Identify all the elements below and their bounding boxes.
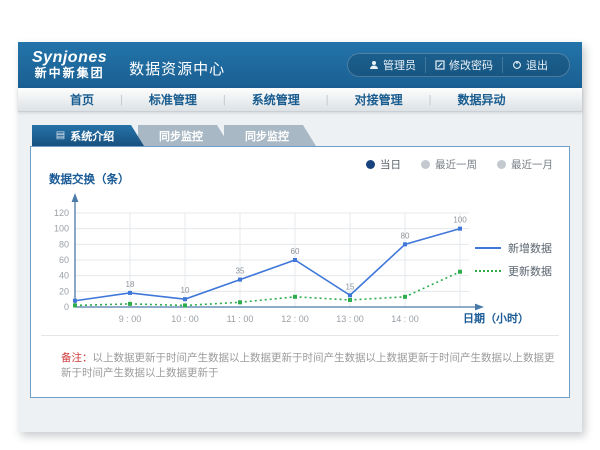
app-window: Synjones 新中新集团 数据资源中心 管理员 修改密码 <box>18 42 582 432</box>
range-option-label: 最近一周 <box>435 157 477 172</box>
range-option-last-week[interactable]: 最近一周 <box>421 157 477 172</box>
legend-line-sample <box>475 270 501 272</box>
chart-x-axis-title: 日期（小时） <box>463 310 529 326</box>
tab-label: 系统介绍 <box>70 128 114 144</box>
nav-item-home[interactable]: 首页 <box>44 91 120 108</box>
svg-text:60: 60 <box>59 255 69 265</box>
svg-text:20: 20 <box>59 286 69 296</box>
chart-legend: 新增数据 更新数据 <box>475 233 559 286</box>
change-password-label: 修改密码 <box>449 57 493 73</box>
logo-en-text: Synjones <box>32 50 107 67</box>
legend-label: 更新数据 <box>508 263 552 279</box>
range-option-label: 当日 <box>380 157 401 172</box>
nav-item-system-mgmt[interactable]: 系统管理 <box>226 91 326 108</box>
legend-line-sample <box>475 247 501 249</box>
time-range-options: 当日 最近一周 最近一月 <box>366 157 553 172</box>
svg-text:80: 80 <box>401 231 410 240</box>
svg-text:35: 35 <box>236 267 245 276</box>
svg-text:14 : 00: 14 : 00 <box>391 314 419 324</box>
range-option-label: 最近一月 <box>511 157 553 172</box>
x-axis-tick-labels: 9 : 00 10 : 00 11 : 00 12 : 00 13 : 00 14 : 0… <box>119 314 419 324</box>
tab-bar: ▤ 系统介绍 同步监控 同步监控 <box>32 112 582 146</box>
svg-text:100: 100 <box>453 216 467 225</box>
nav-item-standard-mgmt[interactable]: 标准管理 <box>123 91 223 108</box>
radio-icon <box>497 160 506 169</box>
legend-item-new-data[interactable]: 新增数据 <box>475 240 559 256</box>
main-nav: 首页 | 标准管理 | 系统管理 | 对接管理 | 数据异动 <box>18 88 582 112</box>
user-toolbar: 管理员 修改密码 退出 <box>347 53 570 77</box>
footnote-text: 以上数据更新于时间产生数据以上数据更新于时间产生数据以上数据更新于时间产生数据以… <box>61 352 555 379</box>
svg-text:12 : 00: 12 : 00 <box>281 314 309 324</box>
legend-item-updated-data[interactable]: 更新数据 <box>475 263 559 279</box>
svg-text:80: 80 <box>59 239 69 249</box>
tab-sync-monitor-1[interactable]: 同步监控 <box>138 125 230 146</box>
company-logo: Synjones 新中新集团 <box>32 50 107 79</box>
logout-button[interactable]: 退出 <box>502 57 557 73</box>
logout-label: 退出 <box>526 57 548 73</box>
chart-panel: 当日 最近一周 最近一月 数据交换（条） 0 20 40 60 80 100 120 9 : … <box>30 146 570 398</box>
chart-area: 0 20 40 60 80 100 120 9 : 00 10 : 00 11 : 00 12 : … <box>39 189 561 331</box>
footnote-label: 备注： <box>61 352 93 364</box>
svg-text:9 : 00: 9 : 00 <box>119 314 142 324</box>
line-chart: 0 20 40 60 80 100 120 9 : 00 10 : 00 11 : 00 12 : … <box>39 189 491 329</box>
svg-text:100: 100 <box>54 224 69 234</box>
panel-divider <box>41 335 559 336</box>
svg-text:15: 15 <box>346 282 355 291</box>
chart-y-axis-title: 数据交换（条） <box>49 171 561 187</box>
radio-icon <box>421 160 430 169</box>
logo-cn-text: 新中新集团 <box>35 67 105 80</box>
svg-text:60: 60 <box>291 247 300 256</box>
current-user-button[interactable]: 管理员 <box>360 57 425 73</box>
radio-icon <box>366 160 375 169</box>
y-axis-tick-labels: 0 20 40 60 80 100 120 <box>54 208 69 312</box>
tab-label: 同步监控 <box>159 128 203 144</box>
user-icon <box>369 60 379 70</box>
change-password-button[interactable]: 修改密码 <box>425 57 502 73</box>
legend-label: 新增数据 <box>508 240 552 256</box>
svg-text:13 : 00: 13 : 00 <box>336 314 364 324</box>
tab-system-intro[interactable]: ▤ 系统介绍 <box>32 125 144 146</box>
power-icon <box>512 60 522 70</box>
nav-item-data-change[interactable]: 数据异动 <box>432 91 532 108</box>
svg-text:0: 0 <box>64 302 69 312</box>
svg-text:120: 120 <box>54 208 69 218</box>
current-user-label: 管理员 <box>383 57 416 73</box>
svg-text:40: 40 <box>59 271 69 281</box>
footnote: 备注：以上数据更新于时间产生数据以上数据更新于时间产生数据以上数据更新于时间产生… <box>61 350 561 380</box>
tab-sync-monitor-2[interactable]: 同步监控 <box>224 125 316 146</box>
range-option-today[interactable]: 当日 <box>366 157 401 172</box>
page-title: 数据资源中心 <box>129 58 225 79</box>
range-option-last-month[interactable]: 最近一月 <box>497 157 553 172</box>
content-area: ▤ 系统介绍 同步监控 同步监控 当日 最近一周 <box>18 112 582 432</box>
edit-icon <box>435 60 445 70</box>
document-icon: ▤ <box>56 131 65 141</box>
svg-text:10 : 00: 10 : 00 <box>171 314 199 324</box>
app-header: Synjones 新中新集团 数据资源中心 管理员 修改密码 <box>18 42 582 88</box>
svg-text:18: 18 <box>126 280 135 289</box>
nav-item-interface-mgmt[interactable]: 对接管理 <box>329 91 429 108</box>
svg-text:11 : 00: 11 : 00 <box>227 314 254 324</box>
tab-label: 同步监控 <box>245 128 289 144</box>
svg-text:10: 10 <box>181 286 190 295</box>
